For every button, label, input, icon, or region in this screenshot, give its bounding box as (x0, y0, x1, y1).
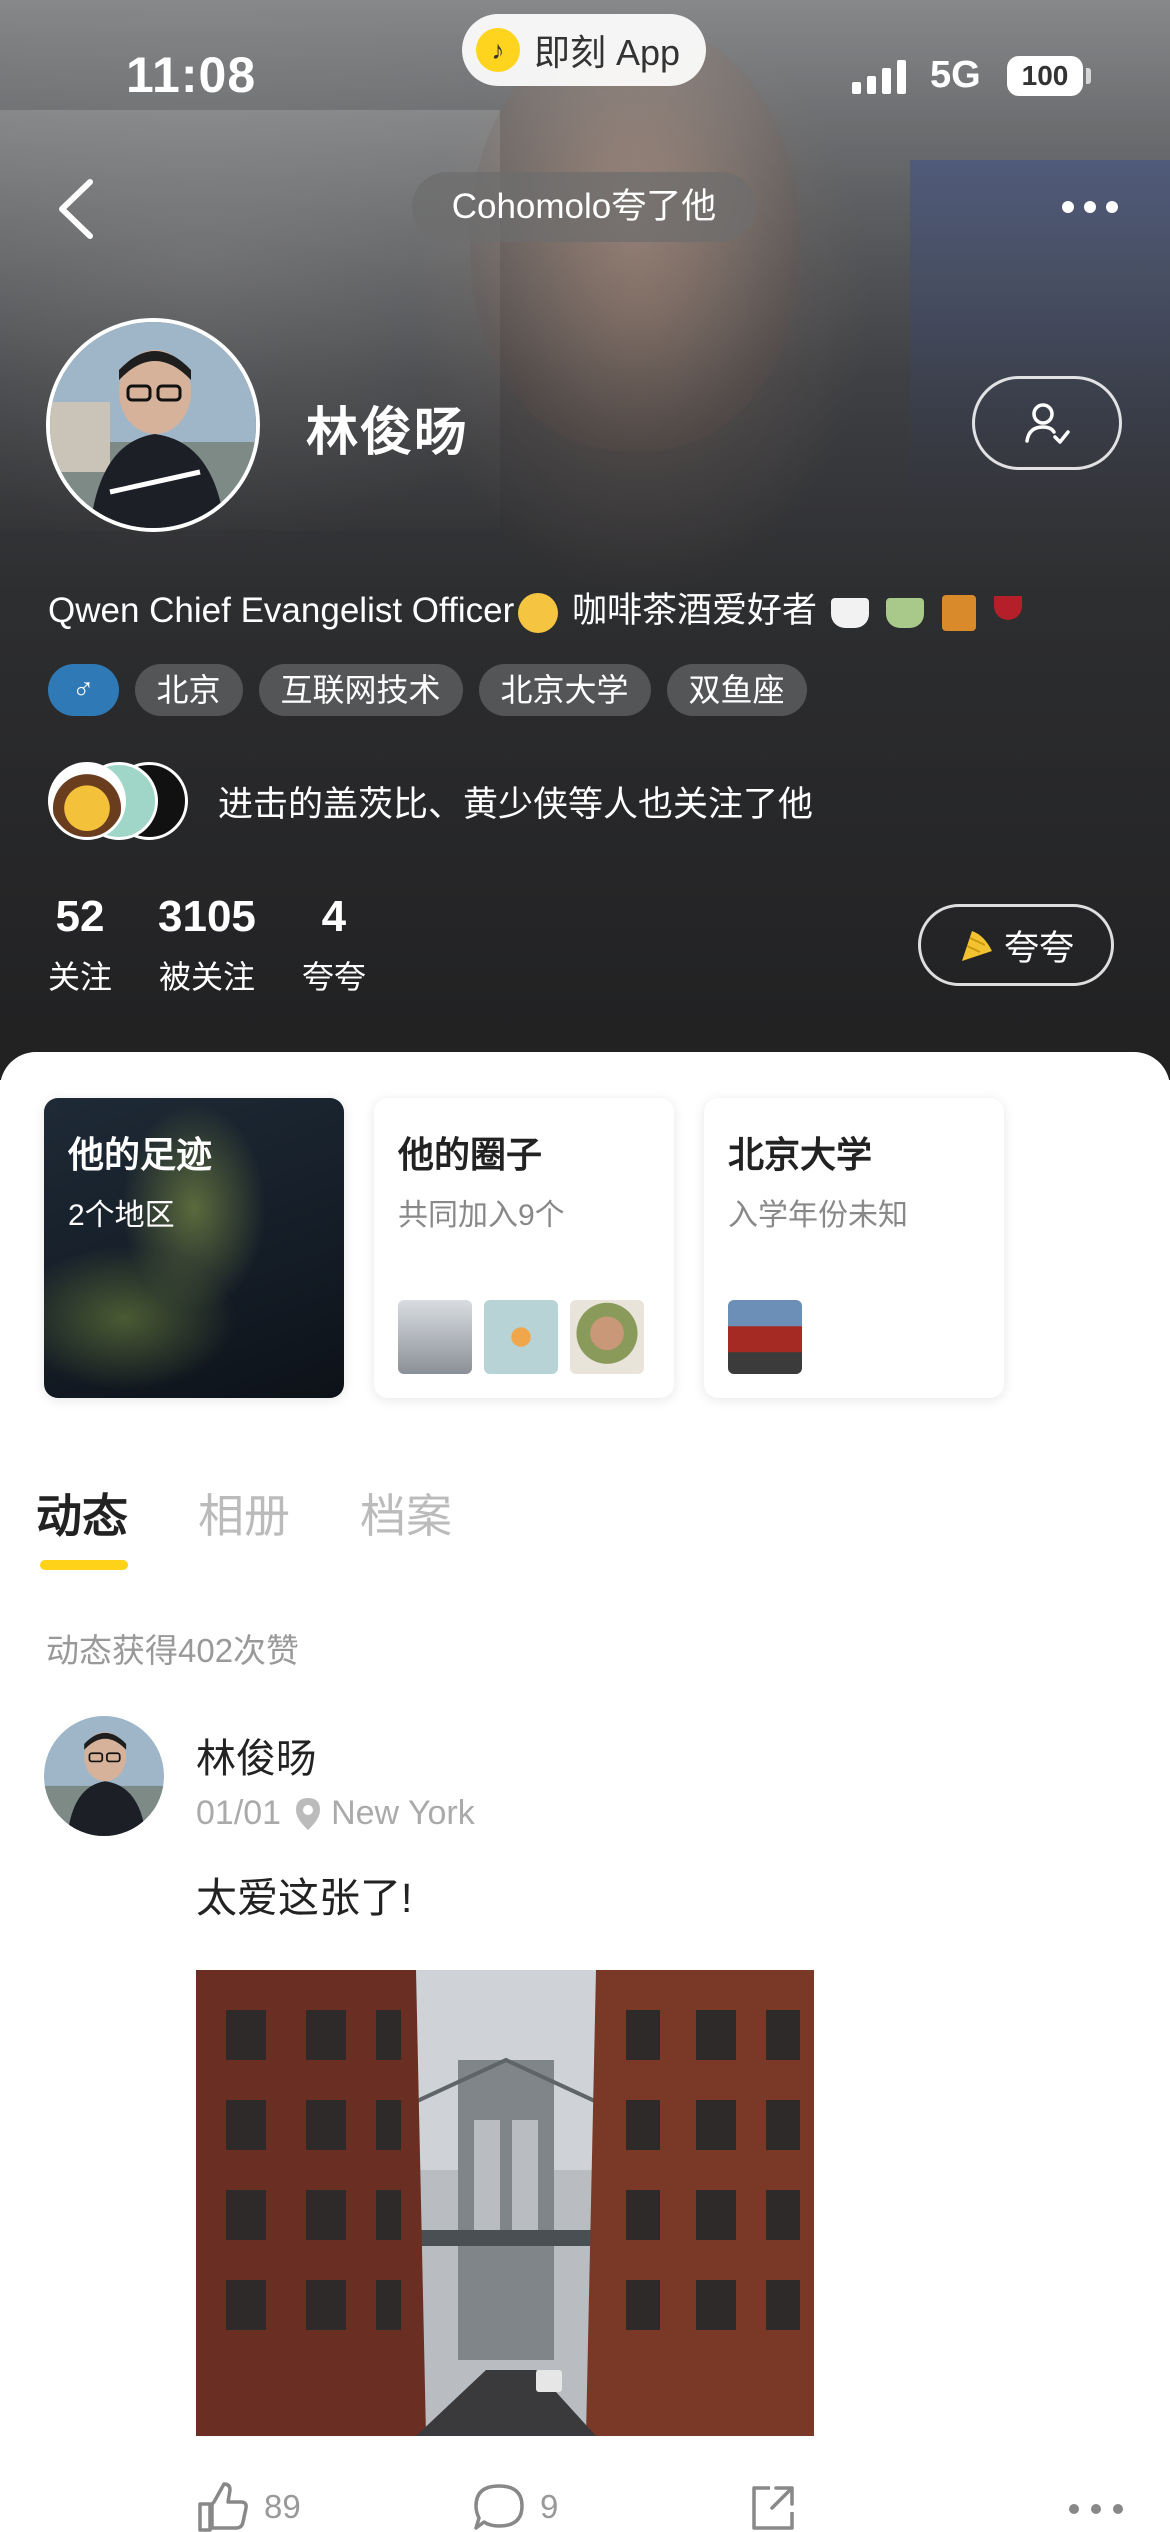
post-actions: 89 9 (196, 2482, 1136, 2532)
post-meta: 01/01 New York (196, 1794, 475, 1833)
tab-profile[interactable]: 档案 (360, 1480, 452, 1546)
post-text: 太爱这张了! (196, 1875, 413, 1921)
battery-icon: 100 (1007, 56, 1091, 96)
post-date: 01/01 (196, 1794, 282, 1832)
gender-male-icon: ♂ (48, 664, 119, 716)
comment-button[interactable]: 9 (472, 2482, 558, 2532)
more-options-button[interactable] (1050, 192, 1130, 222)
post-photo-bridge (196, 1970, 814, 2436)
more-dots-icon (1069, 2504, 1123, 2514)
post-location[interactable]: New York (331, 1794, 475, 1833)
school-gate-thumbnail (728, 1300, 802, 1374)
party-horn-icon (961, 931, 992, 961)
comment-bubble-icon (474, 2484, 524, 2530)
network-type: 5G (930, 54, 981, 96)
user-check-icon (1025, 403, 1070, 444)
comment-count: 9 (540, 2488, 559, 2525)
tab-posts[interactable]: 动态 (36, 1480, 128, 1546)
profile-header: 11:08 ♪ 即刻 App 5G 100 Cohomolo夸了他 林俊旸 Qw… (0, 0, 1170, 1080)
monocle-face-icon (518, 592, 559, 633)
profile-tabs: 动态 相册 档案 (36, 1480, 452, 1546)
back-button[interactable] (52, 176, 102, 242)
circle-thumbnail (570, 1300, 644, 1374)
app-pill-label: 即刻 App (534, 32, 681, 73)
profile-bio: Qwen Chief Evangelist Officer 咖啡茶酒爱好者 (48, 582, 1026, 633)
following-status-button[interactable] (972, 376, 1122, 470)
thumbs-up-icon (198, 2482, 248, 2532)
tag-zodiac[interactable]: 双鱼座 (666, 664, 807, 716)
like-count: 89 (264, 2488, 301, 2525)
chevron-left-icon (59, 179, 93, 239)
coffee-icon (830, 597, 869, 628)
more-dots-icon (1062, 201, 1074, 213)
post-author-name[interactable]: 林俊旸 (196, 1726, 316, 1784)
tag-location[interactable]: 北京 (134, 664, 243, 716)
tag-school[interactable]: 北京大学 (478, 664, 651, 716)
wine-icon (993, 595, 1022, 620)
share-icon (752, 2486, 794, 2530)
post-author-avatar[interactable] (44, 1716, 164, 1836)
circle-thumbnail (484, 1300, 558, 1374)
stat-followers[interactable]: 3105 被关注 (158, 892, 256, 998)
jike-logo-icon: ♪ (476, 28, 520, 72)
profile-cards: 他的足迹 2个地区 他的圈子 共同加入9个 北京大学 入学年份未知 (44, 1098, 1004, 1398)
mutual-avatar (48, 762, 126, 840)
stat-following[interactable]: 52 关注 (48, 892, 112, 998)
whisky-icon (942, 594, 977, 631)
likes-summary: 动态获得402次赞 (46, 1632, 300, 1669)
status-time: 11:08 (126, 47, 257, 103)
profile-name: 林俊旸 (306, 404, 469, 462)
post-image[interactable] (196, 1970, 814, 2436)
signal-icon (852, 60, 906, 94)
mutual-followers[interactable]: 进击的盖茨比、黄少侠等人也关注了他 (48, 762, 813, 840)
avatar-photo (50, 322, 256, 528)
tag-industry[interactable]: 互联网技术 (258, 664, 463, 716)
stat-praises[interactable]: 4 夸夸 (302, 892, 366, 998)
circle-thumbnail (398, 1300, 472, 1374)
like-button[interactable]: 89 (196, 2482, 301, 2532)
praise-button[interactable]: 夸夸 (918, 904, 1114, 986)
profile-stats: 52 关注 3105 被关注 4 夸夸 (48, 892, 412, 998)
tab-album[interactable]: 相册 (198, 1480, 290, 1546)
avatar[interactable] (46, 318, 260, 532)
school-card[interactable]: 北京大学 入学年份未知 (704, 1098, 1004, 1398)
post-more-button[interactable] (1066, 2502, 1140, 2516)
footprint-card[interactable]: 他的足迹 2个地区 (44, 1098, 344, 1398)
circles-card[interactable]: 他的圈子 共同加入9个 (374, 1098, 674, 1398)
tea-icon (886, 597, 925, 628)
praise-banner[interactable]: Cohomolo夸了他 (412, 172, 756, 242)
return-to-app-pill[interactable]: ♪ 即刻 App (462, 14, 706, 86)
profile-tags: ♂ 北京 互联网技术 北京大学 双鱼座 (48, 664, 807, 716)
share-button[interactable] (748, 2482, 812, 2532)
location-pin-icon (296, 1797, 321, 1830)
active-tab-indicator (40, 1560, 128, 1570)
mutual-followers-text: 进击的盖茨比、黄少侠等人也关注了他 (218, 784, 814, 824)
